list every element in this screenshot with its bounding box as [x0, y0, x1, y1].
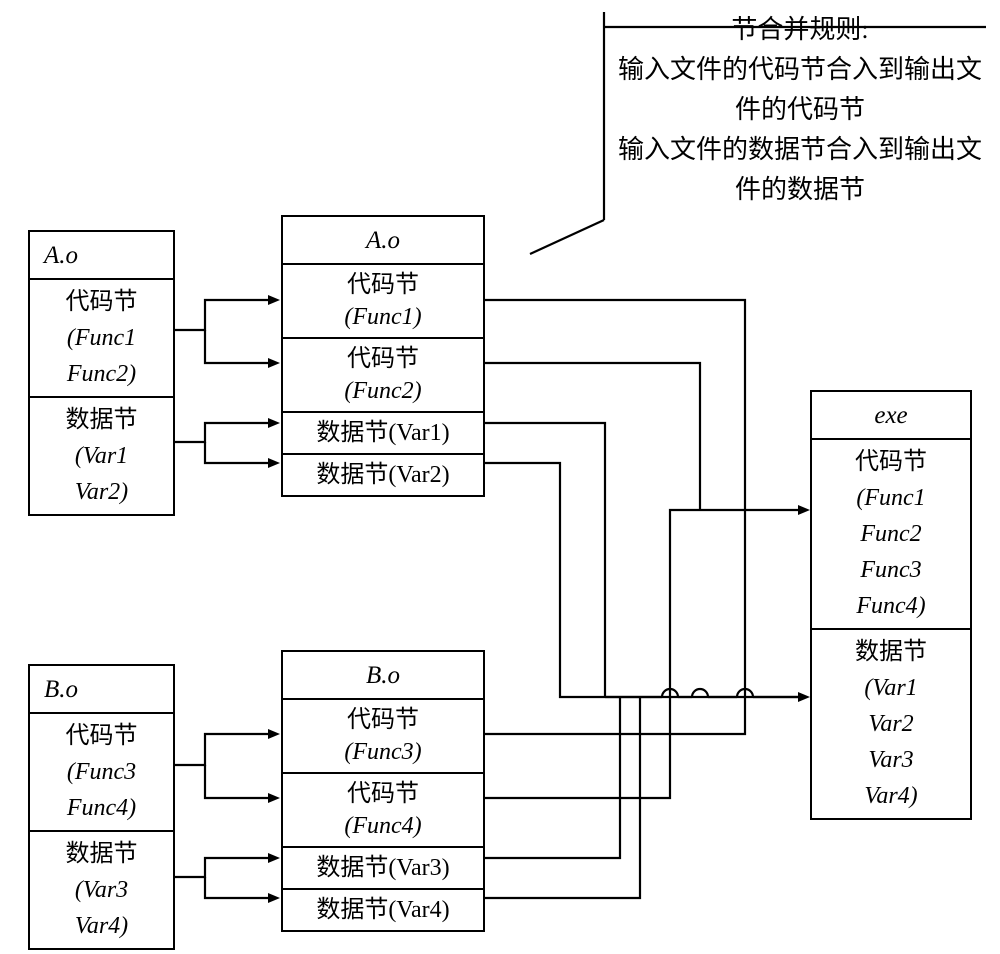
connectors: [0, 0, 1000, 954]
diagram-stage: 节合并规则: 输入文件的代码节合入到输出文 件的代码节 输入文件的数据节合入到输…: [0, 0, 1000, 954]
